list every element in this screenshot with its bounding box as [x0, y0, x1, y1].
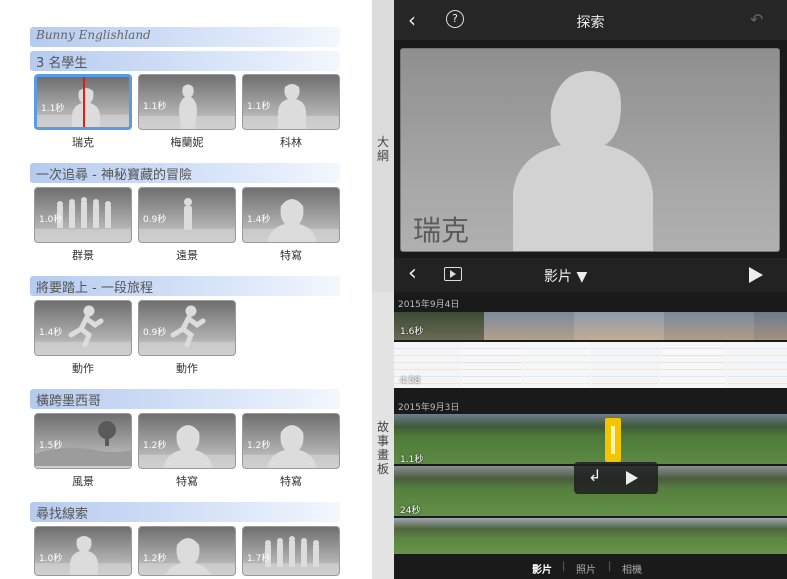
shot-duration: 1.1秒 [143, 102, 167, 112]
shot-label: 遠景 [176, 249, 198, 262]
storyboard-tab-label[interactable]: 故事畫板 [375, 420, 391, 476]
shot-duration: 1.5秒 [39, 441, 63, 451]
shot-label: 動作 [176, 362, 198, 375]
preview-viewer[interactable]: 瑞克 [400, 48, 780, 252]
clip-frame [524, 342, 590, 388]
media-browser-bar: ‹ 影片 ▼ [394, 258, 787, 292]
shot-label: 風景 [72, 475, 94, 488]
section-header: 尋找線索 [36, 507, 89, 522]
clip-strip[interactable] [394, 414, 787, 464]
clip-duration: 4:58 [400, 376, 421, 386]
shot-label: 瑞克 [72, 136, 94, 149]
shot-duration: 1.1秒 [247, 102, 271, 112]
shot-label: 科林 [280, 136, 302, 149]
shot-tile-action[interactable]: 1.4秒 [34, 300, 132, 356]
shot-tile-closeup[interactable]: 1.2秒 [138, 413, 236, 469]
shot-duration: 0.9秒 [143, 328, 167, 338]
clip-strip[interactable] [394, 312, 787, 340]
clip-duration: 24秒 [400, 506, 421, 516]
shot-tile-colin[interactable]: 1.1秒 [242, 74, 340, 130]
media-type-dropdown[interactable]: 影片 ▼ [544, 266, 587, 286]
shot-duration: 1.4秒 [247, 215, 271, 225]
playhead-marker [83, 77, 85, 127]
shot-duration: 1.2秒 [247, 441, 271, 451]
side-tab-bar: 大綱 故事畫板 [372, 0, 394, 579]
date-header: 2015年9月3日 [398, 403, 460, 413]
shot-tile-closeup[interactable]: 1.4秒 [242, 187, 340, 243]
clip-frame [664, 312, 754, 340]
clip-strip[interactable] [394, 518, 787, 554]
section-header: 一次追尋 - 神秘寶藏的冒險 [36, 168, 192, 183]
shot-tile-melanie[interactable]: 1.1秒 [138, 74, 236, 130]
clip-strip[interactable] [394, 342, 787, 388]
top-toolbar: ‹ ? 探索 ↶ [394, 0, 787, 40]
shot-tile-closeup[interactable]: 1.2秒 [138, 526, 236, 576]
media-panel: ‹ ? 探索 ↶ 瑞克 ‹ 影片 ▼ 2015年9月4日 1.6秒 4:58 2… [394, 0, 787, 579]
shot-tile-rick[interactable]: 1.1秒 [34, 74, 132, 130]
shot-duration: 0.9秒 [143, 215, 167, 225]
shot-duration: 1.1秒 [41, 104, 65, 114]
section-header: 將要踏上 - 一段旅程 [36, 281, 153, 296]
shot-tile-wide[interactable]: 0.9秒 [138, 187, 236, 243]
tab-separator: | [562, 561, 566, 572]
clip-frame [754, 312, 787, 340]
clip-duration: 1.6秒 [400, 327, 424, 337]
shot-tile-action[interactable]: 0.9秒 [138, 300, 236, 356]
clip-selection-marker[interactable] [605, 418, 621, 462]
tab-video[interactable]: 影片 [532, 561, 552, 576]
clip-frame [394, 518, 787, 554]
outline-tab[interactable]: 大綱 [372, 0, 394, 292]
shot-duration: 1.7秒 [247, 554, 271, 564]
page-title: 探索 [576, 15, 605, 31]
trailer-outline-panel: Bunny Englishland 3 名學生 一次追尋 - 神秘寶藏的冒險 將… [0, 0, 372, 579]
clip-frame [728, 342, 787, 388]
outline-tab-label: 大綱 [376, 135, 389, 163]
shot-duration: 1.0秒 [39, 554, 63, 564]
section-header: 橫跨墨西哥 [36, 394, 102, 409]
clip-action-popup: ↲ [574, 462, 658, 494]
undo-icon[interactable]: ↶ [750, 10, 763, 29]
shot-name-overlay: 瑞克 [413, 214, 470, 247]
tab-camera[interactable]: 相機 [622, 561, 642, 576]
media-source-tabs: 影片 | 照片 | 相機 [394, 556, 787, 579]
shot-tile-landscape[interactable]: 1.5秒 [34, 413, 132, 469]
shot-tile-group[interactable]: 1.0秒 [34, 187, 132, 243]
clip-frame [592, 342, 658, 388]
shot-label: 梅蘭妮 [170, 136, 204, 149]
date-header: 2015年9月4日 [398, 300, 460, 310]
clip-frame [574, 312, 664, 340]
preview-toggle-icon[interactable] [444, 267, 462, 281]
shot-duration: 1.0秒 [39, 215, 63, 225]
shot-duration: 1.4秒 [39, 328, 63, 338]
play-clip-icon[interactable] [626, 471, 638, 485]
tab-separator: | [608, 561, 612, 572]
clip-frame [484, 312, 574, 340]
shot-duration: 1.2秒 [143, 441, 167, 451]
shot-label: 群景 [72, 249, 94, 262]
clip-frame [660, 342, 726, 388]
section-header: 3 名學生 [36, 56, 88, 71]
shot-duration: 1.2秒 [143, 554, 167, 564]
back-chevron-icon[interactable]: ‹ [408, 261, 417, 286]
clip-frame [394, 414, 787, 464]
play-icon[interactable] [749, 267, 763, 283]
brand-title: Bunny Englishland [36, 28, 151, 42]
shot-label: 動作 [72, 362, 94, 375]
add-clip-icon[interactable]: ↲ [588, 466, 601, 485]
clip-frame [462, 342, 522, 388]
tab-photo[interactable]: 照片 [576, 561, 596, 576]
shot-tile-person[interactable]: 1.0秒 [34, 526, 132, 576]
shot-label: 特寫 [176, 475, 198, 488]
clip-duration: 1.1秒 [400, 455, 424, 465]
shot-tile-group[interactable]: 1.7秒 [242, 526, 340, 576]
shot-tile-closeup[interactable]: 1.2秒 [242, 413, 340, 469]
shot-label: 特寫 [280, 249, 302, 262]
shot-label: 特寫 [280, 475, 302, 488]
